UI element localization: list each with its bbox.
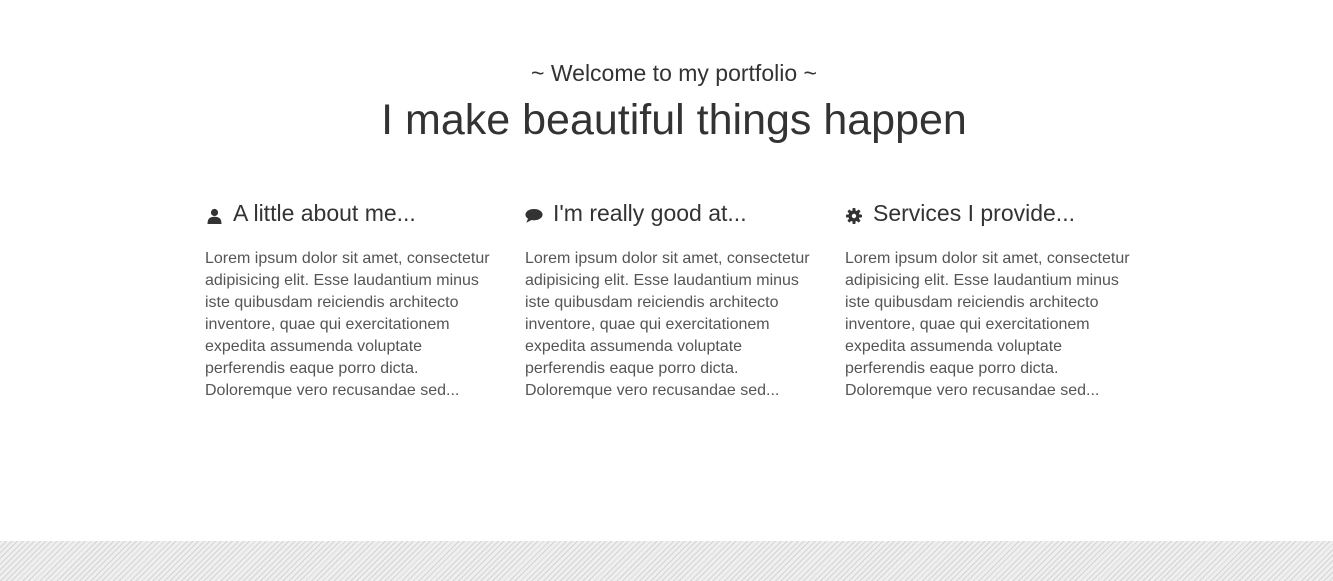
features-section: A little about me... Lorem ipsum dolor s…: [205, 196, 1165, 416]
feature-description: Lorem ipsum dolor sit amet, consectetur …: [845, 250, 1130, 399]
feature-title: Services I provide...: [873, 200, 1075, 226]
feature-skills: I'm really good at... Lorem ipsum dolor …: [525, 196, 817, 402]
footer-pattern-band: [0, 541, 1333, 581]
comment-icon: [525, 207, 543, 225]
user-icon: [205, 207, 223, 225]
feature-description: Lorem ipsum dolor sit amet, consectetur …: [205, 250, 490, 399]
feature-header: I'm really good at...: [525, 196, 817, 230]
feature-about: A little about me... Lorem ipsum dolor s…: [205, 196, 497, 402]
feature-header: A little about me...: [205, 196, 497, 230]
feature-description: Lorem ipsum dolor sit amet, consectetur …: [525, 250, 810, 399]
page-title: I make beautiful things happen: [381, 96, 967, 144]
feature-title: A little about me...: [233, 200, 416, 226]
feature-header: Services I provide...: [845, 196, 1137, 230]
welcome-text: ~ Welcome to my portfolio ~: [531, 60, 817, 86]
feature-services: Services I provide... Lorem ipsum dolor …: [845, 196, 1137, 402]
gear-icon: [845, 207, 863, 225]
page: ~ Welcome to my portfolio ~ I make beaut…: [0, 0, 1333, 581]
feature-title: I'm really good at...: [553, 200, 747, 226]
